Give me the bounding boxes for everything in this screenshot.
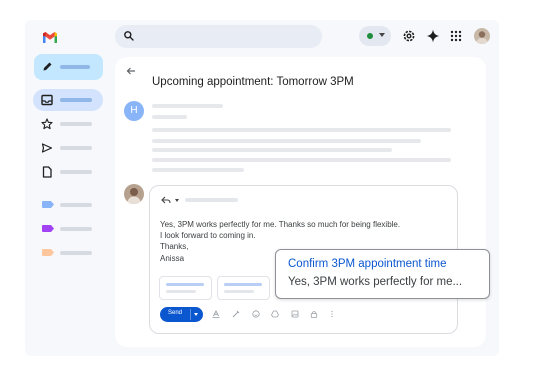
reply-line: Yes, 3PM works perfectly for me. Thanks … [160, 220, 401, 229]
nav-label-sent [60, 146, 92, 150]
sender-name-placeholder [152, 104, 223, 108]
label-tag-orange-icon[interactable] [42, 249, 54, 256]
sender-avatar: H [124, 101, 144, 121]
chip-line [224, 283, 262, 286]
body-line-placeholder [152, 148, 392, 152]
status-selector[interactable] [359, 26, 391, 46]
nav-label-drafts [60, 170, 92, 174]
ai-write-icon[interactable] [232, 310, 240, 318]
chip-line [166, 290, 196, 293]
email-subject: Upcoming appointment: Tomorrow 3PM [152, 76, 354, 88]
body-line-placeholder [152, 139, 421, 143]
label-name-3 [60, 251, 92, 255]
status-active-icon [367, 33, 373, 39]
drive-icon[interactable] [271, 310, 279, 318]
suggestion-preview: Yes, 3PM works perfectly for me... [288, 276, 463, 288]
lock-icon[interactable] [310, 310, 318, 318]
label-tag-purple-icon[interactable] [42, 225, 54, 232]
reply-line: I look forward to coming in. [160, 231, 256, 241]
inbox-icon [41, 94, 53, 106]
recipient-placeholder [185, 198, 238, 202]
chip-line [166, 283, 204, 286]
attachment-chip[interactable] [217, 276, 270, 300]
send-options-chevron-icon[interactable] [194, 313, 198, 316]
send-divider [190, 309, 191, 320]
label-name-2 [60, 227, 92, 231]
draft-icon[interactable] [41, 166, 53, 178]
insert-photo-icon[interactable] [291, 310, 299, 318]
nav-label-starred [60, 122, 92, 126]
gemini-sparkle-icon[interactable] [425, 28, 441, 44]
search-bar[interactable] [115, 25, 322, 48]
gmail-logo [43, 32, 57, 43]
body-line-placeholder [152, 168, 244, 172]
settings-icon[interactable] [401, 28, 417, 44]
body-line-placeholder [152, 128, 451, 132]
send-icon[interactable] [41, 142, 53, 154]
more-options-icon[interactable] [328, 310, 336, 318]
attachment-chip[interactable] [159, 276, 212, 300]
format-text-icon[interactable] [212, 310, 220, 318]
reply-options-chevron-icon[interactable] [175, 199, 179, 202]
reply-author-avatar [124, 184, 144, 204]
account-avatar[interactable] [474, 28, 490, 44]
label-tag-blue-icon[interactable] [42, 201, 54, 208]
suggestion-title: Confirm 3PM appointment time [288, 258, 447, 270]
star-icon[interactable] [41, 118, 53, 130]
back-arrow-icon[interactable] [126, 66, 136, 76]
chevron-down-icon [379, 33, 385, 37]
send-button-label: Send [168, 309, 183, 316]
emoji-icon[interactable] [252, 310, 260, 318]
sender-meta-placeholder [152, 115, 187, 119]
smart-reply-suggestion[interactable] [275, 249, 490, 299]
label-name-1 [60, 203, 92, 207]
pencil-icon [43, 62, 52, 71]
nav-label-inbox [60, 98, 92, 102]
chip-line [224, 290, 254, 293]
reply-icon[interactable] [161, 196, 171, 204]
search-icon[interactable] [123, 30, 135, 42]
apps-grid-icon[interactable] [448, 28, 464, 44]
body-line-placeholder [152, 158, 451, 162]
compose-label-placeholder [60, 65, 90, 69]
